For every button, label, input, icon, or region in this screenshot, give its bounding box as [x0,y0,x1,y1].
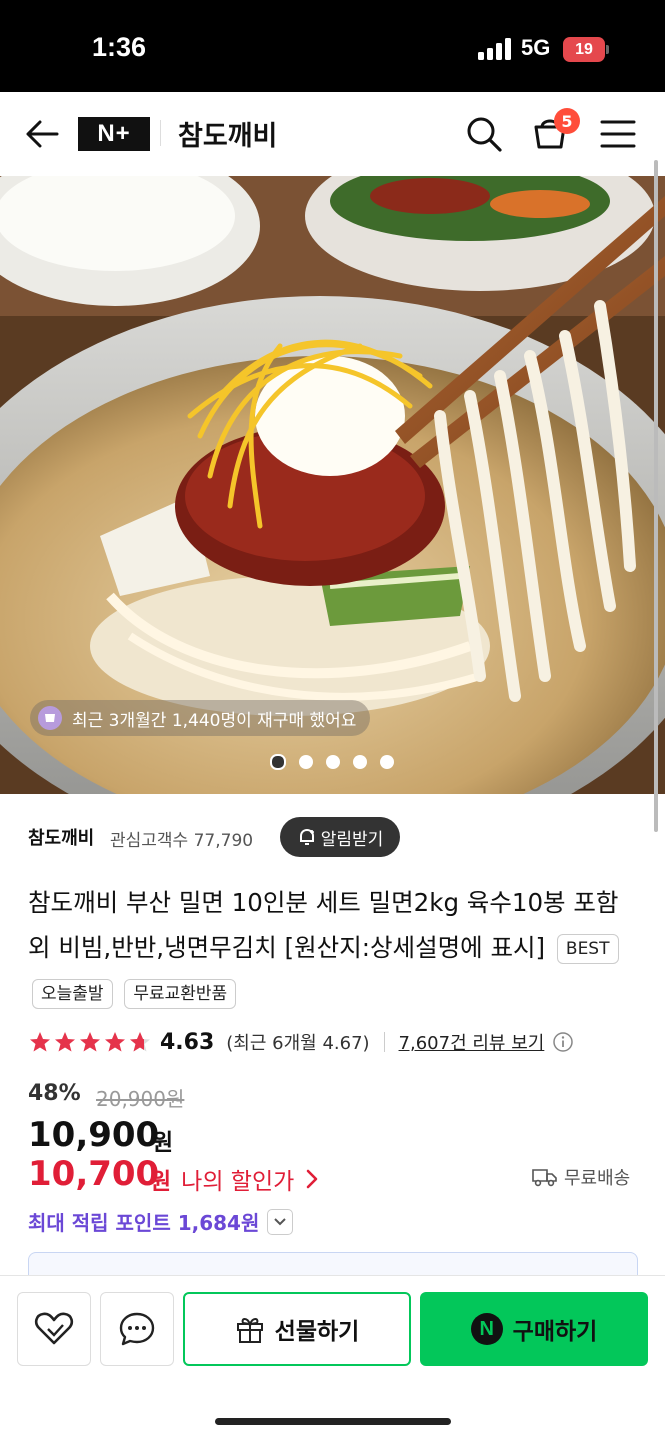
carousel-dot[interactable] [270,754,286,770]
sale-price-unit: 원 [152,1130,174,1156]
battery-tip [606,45,609,54]
product-image-carousel[interactable]: 최근 3개월간 1,440명이 재구매 했어요 [0,176,665,794]
heart-icon [34,1312,74,1345]
naver-pay-icon: N [470,1313,503,1345]
network-type: 5G [521,35,551,60]
shipping-info: 무료배송 [532,1164,630,1190]
rating-divider [383,1032,385,1052]
tag-best: BEST [556,934,619,964]
carousel-dot[interactable] [326,755,340,769]
carousel-dot[interactable] [380,755,394,769]
tag-today-ship: 오늘출발 [32,979,113,1009]
star-icon [105,1032,125,1052]
star-half-icon [130,1032,150,1052]
gift-button[interactable]: 선물하기 [183,1292,411,1366]
menu-button[interactable] [596,114,640,154]
rating-row: 4.63 (최근 6개월 4.67) 7,607건 리뷰 보기 [28,1027,574,1057]
carousel-dot[interactable] [353,755,367,769]
status-bar: 1:36 5G 19 [0,0,665,92]
discount-rate: 48% [28,1081,81,1106]
signal-icon [478,38,511,60]
truck-icon [532,1169,557,1187]
buy-button[interactable]: N 구매하기 [420,1292,648,1366]
star-icon [30,1032,50,1052]
chat-button[interactable] [100,1292,174,1366]
bottom-action-bar: 선물하기 N 구매하기 [0,1275,665,1440]
battery-icon: 19 [563,37,605,62]
buy-label: 구매하기 [512,1319,598,1345]
repurchase-notice: 최근 3개월간 1,440명이 재구매 했어요 [30,700,371,736]
rating-score: 4.63 [160,1029,215,1055]
carousel-dots[interactable] [270,754,394,770]
gift-label: 선물하기 [274,1319,360,1345]
chevron-down-icon [274,1217,287,1225]
points-row[interactable]: 최대 적립 포인트 1,684원 [28,1207,294,1236]
back-button[interactable] [22,114,62,154]
notify-button[interactable]: 알림받기 [280,817,400,857]
chat-bubble-icon [119,1312,155,1346]
points-text: 최대 적립 포인트 1,684원 [28,1211,260,1235]
wishlist-button[interactable] [17,1292,91,1366]
my-price-label: 나의 할인가 [181,1169,295,1195]
chevron-right-icon [306,1169,318,1189]
hamburger-menu-icon [600,120,636,148]
shipping-label: 무료배송 [564,1168,631,1189]
my-price-unit: 원 [150,1169,172,1195]
arrow-left-icon [26,120,59,148]
review-link[interactable]: 7,607건 리뷰 보기 [399,1029,545,1055]
sale-price: 10,900 [28,1115,160,1155]
bell-plus-icon [299,828,314,845]
page-scrollbar[interactable] [654,160,658,832]
search-button[interactable] [462,112,506,156]
naver-plus-logo[interactable]: N+ [78,117,150,151]
carousel-dot[interactable] [299,755,313,769]
star-icon [55,1032,75,1052]
star-icon [80,1032,100,1052]
original-price: 20,900원 [96,1087,185,1111]
app-header: N+ 참도깨비 5 [0,92,665,176]
seller-name[interactable]: 참도깨비 [28,824,94,850]
my-discount-price: 10,700 [28,1154,160,1194]
gift-icon [236,1318,263,1343]
cart-notice-icon [38,706,62,730]
star-rating [28,1030,152,1054]
header-divider [160,120,161,146]
rating-recent: (최근 6개월 4.67) [226,1033,370,1054]
points-expand-button[interactable] [267,1208,294,1235]
cart-count-badge: 5 [554,108,580,134]
tag-free-return: 무료교환반품 [124,979,237,1009]
product-title-block: 참도깨비 부산 밀면 10인분 세트 밀면2kg 육수10봉 포함 외 비빔,반… [28,880,643,1015]
info-icon[interactable] [552,1031,574,1053]
follower-count: 관심고객수 77,790 [110,831,254,851]
product-title: 참도깨비 부산 밀면 10인분 세트 밀면2kg 육수10봉 포함 외 비빔,반… [28,888,619,962]
search-icon [467,117,502,152]
repurchase-text: 최근 3개월간 1,440명이 재구매 했어요 [72,710,357,731]
status-time: 1:36 [92,32,147,62]
store-name[interactable]: 참도깨비 [178,114,277,153]
my-discount-link[interactable]: 원 나의 할인가 [150,1162,322,1196]
home-indicator[interactable] [215,1418,451,1425]
notify-label: 알림받기 [320,829,384,850]
